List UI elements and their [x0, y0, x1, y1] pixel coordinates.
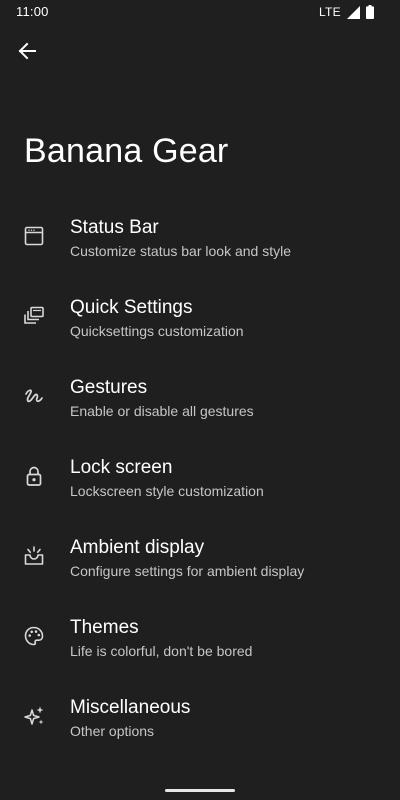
status-bar-icon: [22, 224, 46, 248]
settings-item-quick-settings[interactable]: Quick Settings Quicksettings customizati…: [0, 270, 400, 350]
settings-item-themes[interactable]: Themes Life is colorful, don't be bored: [0, 590, 400, 670]
settings-item-ambient-display[interactable]: Ambient display Configure settings for a…: [0, 510, 400, 590]
settings-item-miscellaneous[interactable]: Miscellaneous Other options: [0, 670, 400, 750]
gesture-icon: [22, 384, 46, 408]
back-button[interactable]: [10, 34, 44, 68]
battery-icon: [366, 5, 374, 19]
settings-item-title: Status Bar: [70, 217, 159, 238]
ambient-display-icon: [22, 544, 46, 568]
settings-item-title: Miscellaneous: [70, 697, 191, 718]
settings-item-title: Ambient display: [70, 537, 205, 558]
settings-item-status-bar[interactable]: Status Bar Customize status bar look and…: [0, 190, 400, 270]
gesture-nav-handle[interactable]: [165, 789, 235, 792]
settings-item-summary: Other options: [70, 723, 155, 739]
status-icons: LTE: [319, 4, 374, 20]
settings-item-summary: Enable or disable all gestures: [70, 403, 254, 419]
settings-item-summary: Customize status bar look and style: [70, 243, 291, 259]
status-time: 11:00: [16, 4, 49, 19]
page-title: Banana Gear: [24, 132, 229, 170]
settings-item-title: Gestures: [70, 377, 148, 398]
settings-list: Status Bar Customize status bar look and…: [0, 190, 400, 750]
settings-item-title: Themes: [70, 617, 139, 638]
settings-item-title: Quick Settings: [70, 297, 193, 318]
settings-item-summary: Life is colorful, don't be bored: [70, 643, 253, 659]
signal-icon: [347, 5, 360, 19]
network-type: LTE: [318, 5, 341, 19]
settings-item-lock-screen[interactable]: Lock screen Lockscreen style customizati…: [0, 430, 400, 510]
arrow-back-icon: [18, 42, 36, 60]
lock-icon: [22, 464, 46, 488]
settings-item-summary: Quicksettings customization: [70, 323, 244, 339]
settings-item-summary: Lockscreen style customization: [70, 483, 264, 499]
screen: 11:00 LTE Banana Gear Status Bar Customi…: [0, 0, 400, 800]
settings-item-title: Lock screen: [70, 457, 173, 478]
sparkle-icon: [22, 704, 46, 728]
settings-item-summary: Configure settings for ambient display: [70, 563, 305, 579]
quick-settings-icon: [22, 304, 46, 328]
palette-icon: [22, 624, 46, 648]
status-bar: 11:00 LTE: [0, 0, 400, 24]
settings-item-gestures[interactable]: Gestures Enable or disable all gestures: [0, 350, 400, 430]
